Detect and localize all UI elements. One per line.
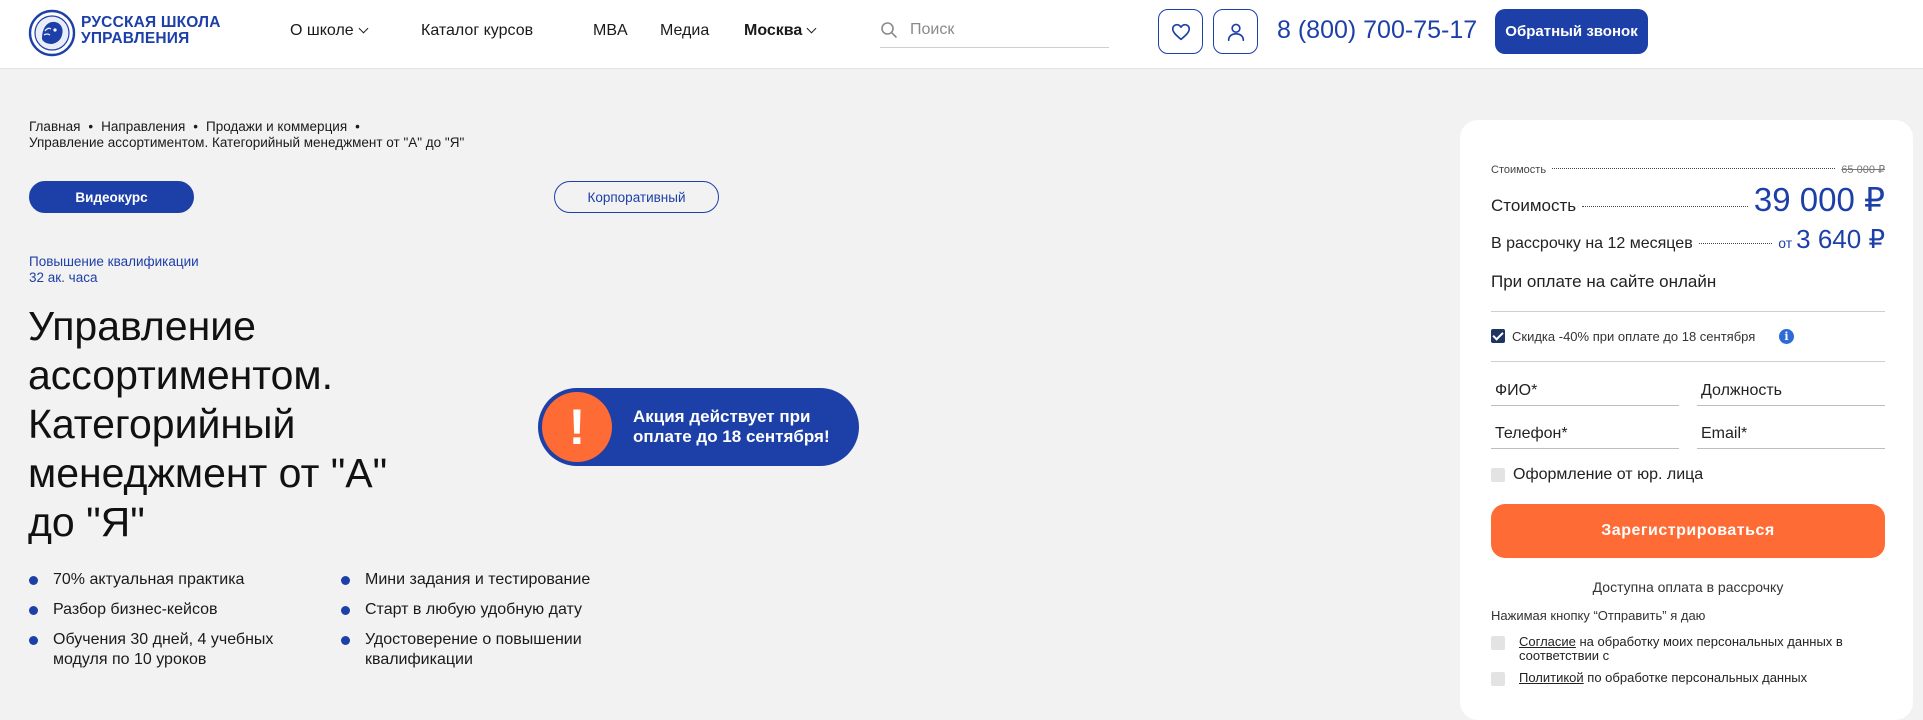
- feature-text: Разбор бизнес-кейсов: [53, 601, 218, 618]
- list-item: Разбор бизнес-кейсов: [29, 600, 329, 620]
- consent-checkbox-2[interactable]: [1491, 672, 1505, 686]
- heart-icon: [1171, 23, 1190, 40]
- tab-videocourse[interactable]: Видеокурс: [29, 181, 194, 213]
- bullet-icon: [341, 606, 350, 615]
- phone-number[interactable]: 8 (800) 700-75-17: [1277, 16, 1477, 45]
- breadcrumb-current: Управление ассортиментом. Категорийный м…: [29, 135, 465, 150]
- consent-link[interactable]: Согласие: [1519, 634, 1576, 649]
- old-price: 65 000 ₽: [1841, 164, 1885, 176]
- logo[interactable]: РУССКАЯ ШКОЛА УПРАВЛЕНИЯ: [28, 9, 258, 57]
- breadcrumb-home[interactable]: Главная: [29, 119, 80, 134]
- discount-checkbox[interactable]: [1491, 329, 1505, 343]
- installment-price: 3 640 ₽: [1796, 224, 1885, 254]
- installment-note: Доступна оплата в рассрочку: [1592, 579, 1784, 595]
- breadcrumb-directions[interactable]: Направления: [101, 119, 185, 134]
- phone-field-wrap: [1491, 421, 1679, 449]
- divider: [1491, 311, 1885, 312]
- legal-entity-checkbox[interactable]: [1491, 468, 1505, 482]
- email-field[interactable]: [1697, 421, 1885, 447]
- feature-text: Старт в любую удобную дату: [365, 601, 582, 618]
- nav-mba[interactable]: MBA: [593, 22, 628, 40]
- dotted-leader: [1698, 243, 1773, 244]
- search-input[interactable]: [908, 18, 1103, 42]
- course-meta: Повышение квалификации 32 ак. часа: [29, 254, 199, 286]
- breadcrumb: Главная • Направления • Продажи и коммерция •…: [29, 119, 729, 151]
- bullet-icon: [29, 606, 38, 615]
- price-label: Стоимость: [1491, 196, 1577, 215]
- consent-checkbox-1[interactable]: [1491, 636, 1505, 650]
- position-field-wrap: [1697, 378, 1885, 406]
- nav-city-label: Москва: [744, 22, 803, 39]
- dotted-leader: [1582, 206, 1748, 207]
- nav-city-select[interactable]: Москва: [744, 22, 817, 40]
- list-item: Старт в любую удобную дату: [341, 600, 641, 620]
- list-item: 70% актуальная практика: [29, 570, 329, 590]
- price-row: Стоимость 39 000 ₽: [1491, 180, 1885, 219]
- logo-text-line2: УПРАВЛЕНИЯ: [81, 30, 190, 47]
- breadcrumb-sales[interactable]: Продажи и коммерция: [206, 119, 347, 134]
- profile-button[interactable]: [1213, 9, 1258, 54]
- search-icon[interactable]: [880, 21, 898, 39]
- chevron-down-icon: [358, 23, 369, 34]
- pricing-card: Стоимость 65 000 ₽ Стоимость 39 000 ₽ В …: [1460, 120, 1913, 720]
- breadcrumb-separator: •: [355, 119, 360, 134]
- online-payment-label: При оплате на сайте онлайн: [1491, 272, 1717, 291]
- legal-entity-label: Оформление от юр. лица: [1513, 466, 1704, 483]
- bullet-icon: [341, 576, 350, 585]
- breadcrumb-separator: •: [88, 119, 94, 134]
- course-hours: 32 ак. часа: [29, 270, 98, 285]
- feature-text: Обучения 30 дней, 4 учебных модуля по 10…: [53, 631, 274, 668]
- callback-button[interactable]: Обратный звонок: [1495, 9, 1648, 54]
- old-price-label: Стоимость: [1491, 164, 1547, 176]
- installment-label: В рассрочку на 12 месяцев: [1491, 235, 1693, 252]
- tab-corporate[interactable]: Корпоративный: [554, 181, 719, 213]
- register-button[interactable]: Зарегистрироваться: [1491, 504, 1885, 558]
- feature-text: 70% актуальная практика: [53, 571, 245, 588]
- feature-text: Мини задания и тестирование: [365, 571, 591, 588]
- promo-text: Акция действует при оплате до 18 сентябр…: [633, 407, 830, 446]
- name-field-wrap: [1491, 378, 1679, 406]
- lion-logo-icon: [28, 9, 76, 57]
- feature-text: Удостоверение о повышении квалификации: [365, 631, 582, 668]
- installment-row: В рассрочку на 12 месяцев от 3 640 ₽: [1491, 224, 1885, 255]
- dotted-leader: [1552, 168, 1836, 169]
- list-item: Удостоверение о повышении квалификации: [341, 630, 601, 670]
- divider: [1491, 361, 1885, 362]
- policy-text: по обработке персональных данных: [1583, 670, 1808, 685]
- page-title: Управление ассортиментом. Категорийный м…: [28, 303, 388, 545]
- list-item: Мини задания и тестирование: [341, 570, 641, 590]
- legal-entity-option[interactable]: Оформление от юр. лица: [1491, 465, 1885, 487]
- exclamation-glyph: !: [568, 399, 586, 455]
- alert-icon: !: [542, 392, 612, 462]
- favorites-button[interactable]: [1158, 9, 1203, 54]
- promo-badge: ! Акция действует при оплате до 18 сентя…: [538, 388, 859, 466]
- current-price: 39 000 ₽: [1753, 181, 1885, 218]
- info-icon[interactable]: i: [1779, 329, 1794, 344]
- nav-about[interactable]: О школе: [290, 22, 369, 40]
- old-price-row: Стоимость 65 000 ₽: [1491, 163, 1885, 176]
- user-icon: [1227, 23, 1244, 41]
- list-item: Обучения 30 дней, 4 учебных модуля по 10…: [29, 630, 299, 670]
- nav-media[interactable]: Медиа: [660, 22, 709, 40]
- position-field[interactable]: [1697, 378, 1885, 404]
- email-field-wrap: [1697, 421, 1885, 449]
- bullet-icon: [29, 576, 38, 585]
- policy-link[interactable]: Политикой: [1519, 670, 1584, 685]
- bullet-icon: [341, 636, 350, 645]
- consent-intro: Нажимая кнопку “Отправить” я даю: [1491, 608, 1706, 623]
- nav-catalog[interactable]: Каталог курсов: [421, 22, 533, 40]
- discount-option[interactable]: Скидка -40% при оплате до 18 сентября i: [1491, 326, 1885, 346]
- breadcrumb-separator: •: [193, 119, 198, 134]
- nav-about-label: О школе: [290, 22, 354, 39]
- course-category: Повышение квалификации: [29, 254, 199, 269]
- logo-text-line1: РУССКАЯ ШКОЛА: [81, 14, 221, 31]
- installment-prefix: от: [1778, 235, 1793, 251]
- chevron-down-icon: [806, 23, 817, 34]
- site-header: РУССКАЯ ШКОЛА УПРАВЛЕНИЯ О школе Каталог…: [0, 0, 1923, 69]
- name-field[interactable]: [1491, 378, 1679, 404]
- bullet-icon: [29, 636, 38, 645]
- search-box: [880, 14, 1109, 48]
- phone-field[interactable]: [1491, 421, 1679, 447]
- discount-label: Скидка -40% при оплате до 18 сентября: [1512, 329, 1756, 344]
